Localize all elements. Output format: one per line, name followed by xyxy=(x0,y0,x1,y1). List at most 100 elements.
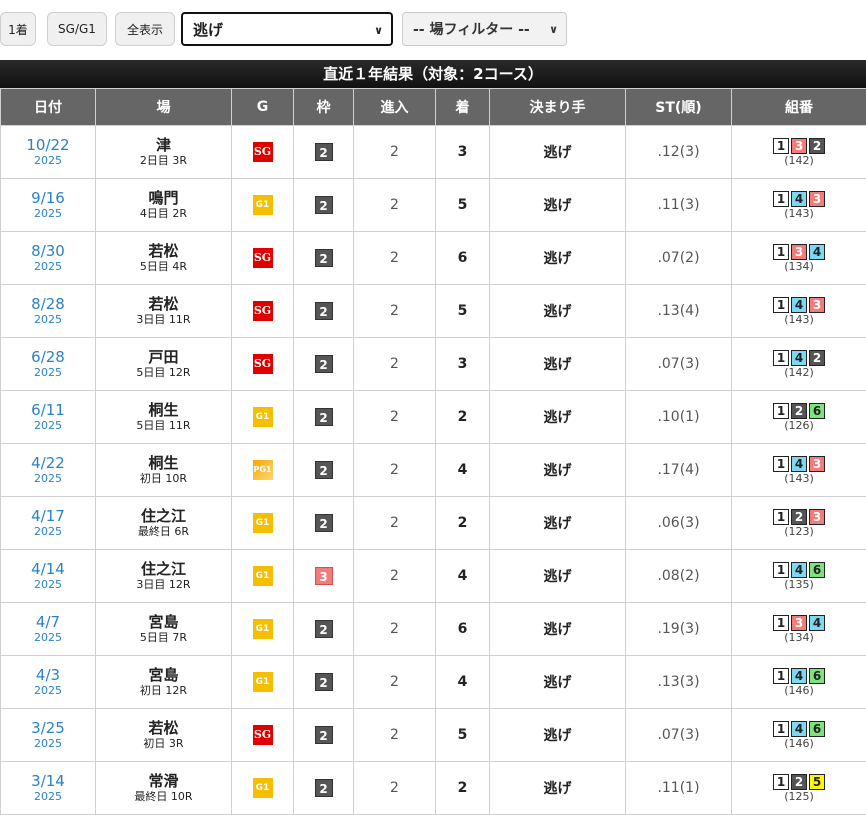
kimarite-select[interactable]: 逃げ ∨ xyxy=(181,12,393,46)
date-link[interactable]: 8/282025 xyxy=(1,296,95,326)
race-date[interactable]: 6/28 xyxy=(1,349,95,366)
grade-badge: SG xyxy=(253,354,273,374)
grade-badge: G1 xyxy=(253,195,273,215)
st-cell: .10(1) xyxy=(626,391,732,444)
race-year[interactable]: 2025 xyxy=(1,207,95,220)
sg-g1-filter-button[interactable]: SG/G1 xyxy=(47,12,107,46)
race-date[interactable]: 4/22 xyxy=(1,455,95,472)
date-link[interactable]: 6/282025 xyxy=(1,349,95,379)
venue-filter-select[interactable]: -- 場フィルター -- ∨ xyxy=(402,12,567,46)
grade-badge: G1 xyxy=(253,778,273,798)
st-cell: .17(4) xyxy=(626,444,732,497)
date-cell[interactable]: 6/112025 xyxy=(1,391,96,444)
venue-name: 桐生 xyxy=(96,455,231,472)
table-row: 4/32025宮島初日 12RG1224逃げ.13(3)146(146) xyxy=(1,656,866,709)
date-link[interactable]: 4/72025 xyxy=(1,614,95,644)
race-date[interactable]: 4/14 xyxy=(1,561,95,578)
date-link[interactable]: 10/222025 xyxy=(1,137,95,167)
waku-badge: 2 xyxy=(315,779,333,797)
race-year[interactable]: 2025 xyxy=(1,525,95,538)
date-cell[interactable]: 8/282025 xyxy=(1,285,96,338)
date-cell[interactable]: 6/282025 xyxy=(1,338,96,391)
race-date[interactable]: 6/11 xyxy=(1,402,95,419)
race-date[interactable]: 3/25 xyxy=(1,720,95,737)
first-place-button[interactable]: 1着 xyxy=(0,12,36,46)
date-cell[interactable]: 4/222025 xyxy=(1,444,96,497)
race-year[interactable]: 2025 xyxy=(1,154,95,167)
race-date[interactable]: 8/30 xyxy=(1,243,95,260)
venue-name: 宮島 xyxy=(96,667,231,684)
combo-popularity: (125) xyxy=(732,790,866,803)
grade-badge: SG xyxy=(253,301,273,321)
race-year[interactable]: 2025 xyxy=(1,260,95,273)
date-cell[interactable]: 9/162025 xyxy=(1,179,96,232)
race-date[interactable]: 10/22 xyxy=(1,137,95,154)
race-year[interactable]: 2025 xyxy=(1,472,95,485)
combo-popularity: (143) xyxy=(732,207,866,220)
race-year[interactable]: 2025 xyxy=(1,313,95,326)
combo-popularity: (146) xyxy=(732,737,866,750)
date-cell[interactable]: 3/252025 xyxy=(1,709,96,762)
date-link[interactable]: 8/302025 xyxy=(1,243,95,273)
race-year[interactable]: 2025 xyxy=(1,790,95,803)
race-date[interactable]: 9/16 xyxy=(1,190,95,207)
date-cell[interactable]: 4/142025 xyxy=(1,550,96,603)
grade-cell: SG xyxy=(232,232,294,285)
race-year[interactable]: 2025 xyxy=(1,578,95,591)
date-cell[interactable]: 3/142025 xyxy=(1,762,96,815)
rank-cell: 6 xyxy=(436,232,490,285)
date-cell[interactable]: 4/172025 xyxy=(1,497,96,550)
race-year[interactable]: 2025 xyxy=(1,737,95,750)
date-link[interactable]: 4/32025 xyxy=(1,667,95,697)
race-year[interactable]: 2025 xyxy=(1,366,95,379)
waku-badge: 2 xyxy=(315,249,333,267)
chevron-down-icon: ∨ xyxy=(374,24,383,37)
date-cell[interactable]: 4/32025 xyxy=(1,656,96,709)
show-all-button[interactable]: 全表示 xyxy=(115,12,175,46)
race-day: 最終日 10R xyxy=(96,790,231,803)
date-link[interactable]: 3/142025 xyxy=(1,773,95,803)
venue-name: 宮島 xyxy=(96,614,231,631)
rank-cell: 3 xyxy=(436,338,490,391)
date-cell[interactable]: 10/222025 xyxy=(1,126,96,179)
combo-cell: 123(123) xyxy=(732,497,866,550)
combo-popularity: (123) xyxy=(732,525,866,538)
date-link[interactable]: 9/162025 xyxy=(1,190,95,220)
combo-popularity: (142) xyxy=(732,366,866,379)
date-link[interactable]: 3/252025 xyxy=(1,720,95,750)
st-cell: .11(3) xyxy=(626,179,732,232)
waku-cell: 2 xyxy=(294,656,354,709)
grade-badge: G1 xyxy=(253,407,273,427)
race-year[interactable]: 2025 xyxy=(1,631,95,644)
date-link[interactable]: 4/222025 xyxy=(1,455,95,485)
venue-name: 津 xyxy=(96,137,231,154)
waku-badge: 2 xyxy=(315,620,333,638)
venue-name: 若松 xyxy=(96,243,231,260)
date-cell[interactable]: 4/72025 xyxy=(1,603,96,656)
rank-cell: 2 xyxy=(436,391,490,444)
race-day: 3日目 12R xyxy=(96,578,231,591)
venue-cell: 桐生5日目 11R xyxy=(96,391,232,444)
race-date[interactable]: 4/7 xyxy=(1,614,95,631)
combo-boat-1: 1 xyxy=(773,350,789,366)
date-link[interactable]: 4/142025 xyxy=(1,561,95,591)
race-year[interactable]: 2025 xyxy=(1,419,95,432)
st-cell: .12(3) xyxy=(626,126,732,179)
race-date[interactable]: 4/3 xyxy=(1,667,95,684)
race-day: 5日目 11R xyxy=(96,419,231,432)
date-link[interactable]: 4/172025 xyxy=(1,508,95,538)
combo-boat-1: 1 xyxy=(773,297,789,313)
combo-popularity: (142) xyxy=(732,154,866,167)
combo-boat-1: 1 xyxy=(773,668,789,684)
race-date[interactable]: 8/28 xyxy=(1,296,95,313)
table-row: 8/282025若松3日目 11RSG225逃げ.13(4)143(143) xyxy=(1,285,866,338)
race-year[interactable]: 2025 xyxy=(1,684,95,697)
race-date[interactable]: 3/14 xyxy=(1,773,95,790)
combo-popularity: (134) xyxy=(732,260,866,273)
entry-cell: 2 xyxy=(354,550,436,603)
race-date[interactable]: 4/17 xyxy=(1,508,95,525)
venue-cell: 宮島初日 12R xyxy=(96,656,232,709)
date-link[interactable]: 6/112025 xyxy=(1,402,95,432)
grade-cell: G1 xyxy=(232,656,294,709)
date-cell[interactable]: 8/302025 xyxy=(1,232,96,285)
